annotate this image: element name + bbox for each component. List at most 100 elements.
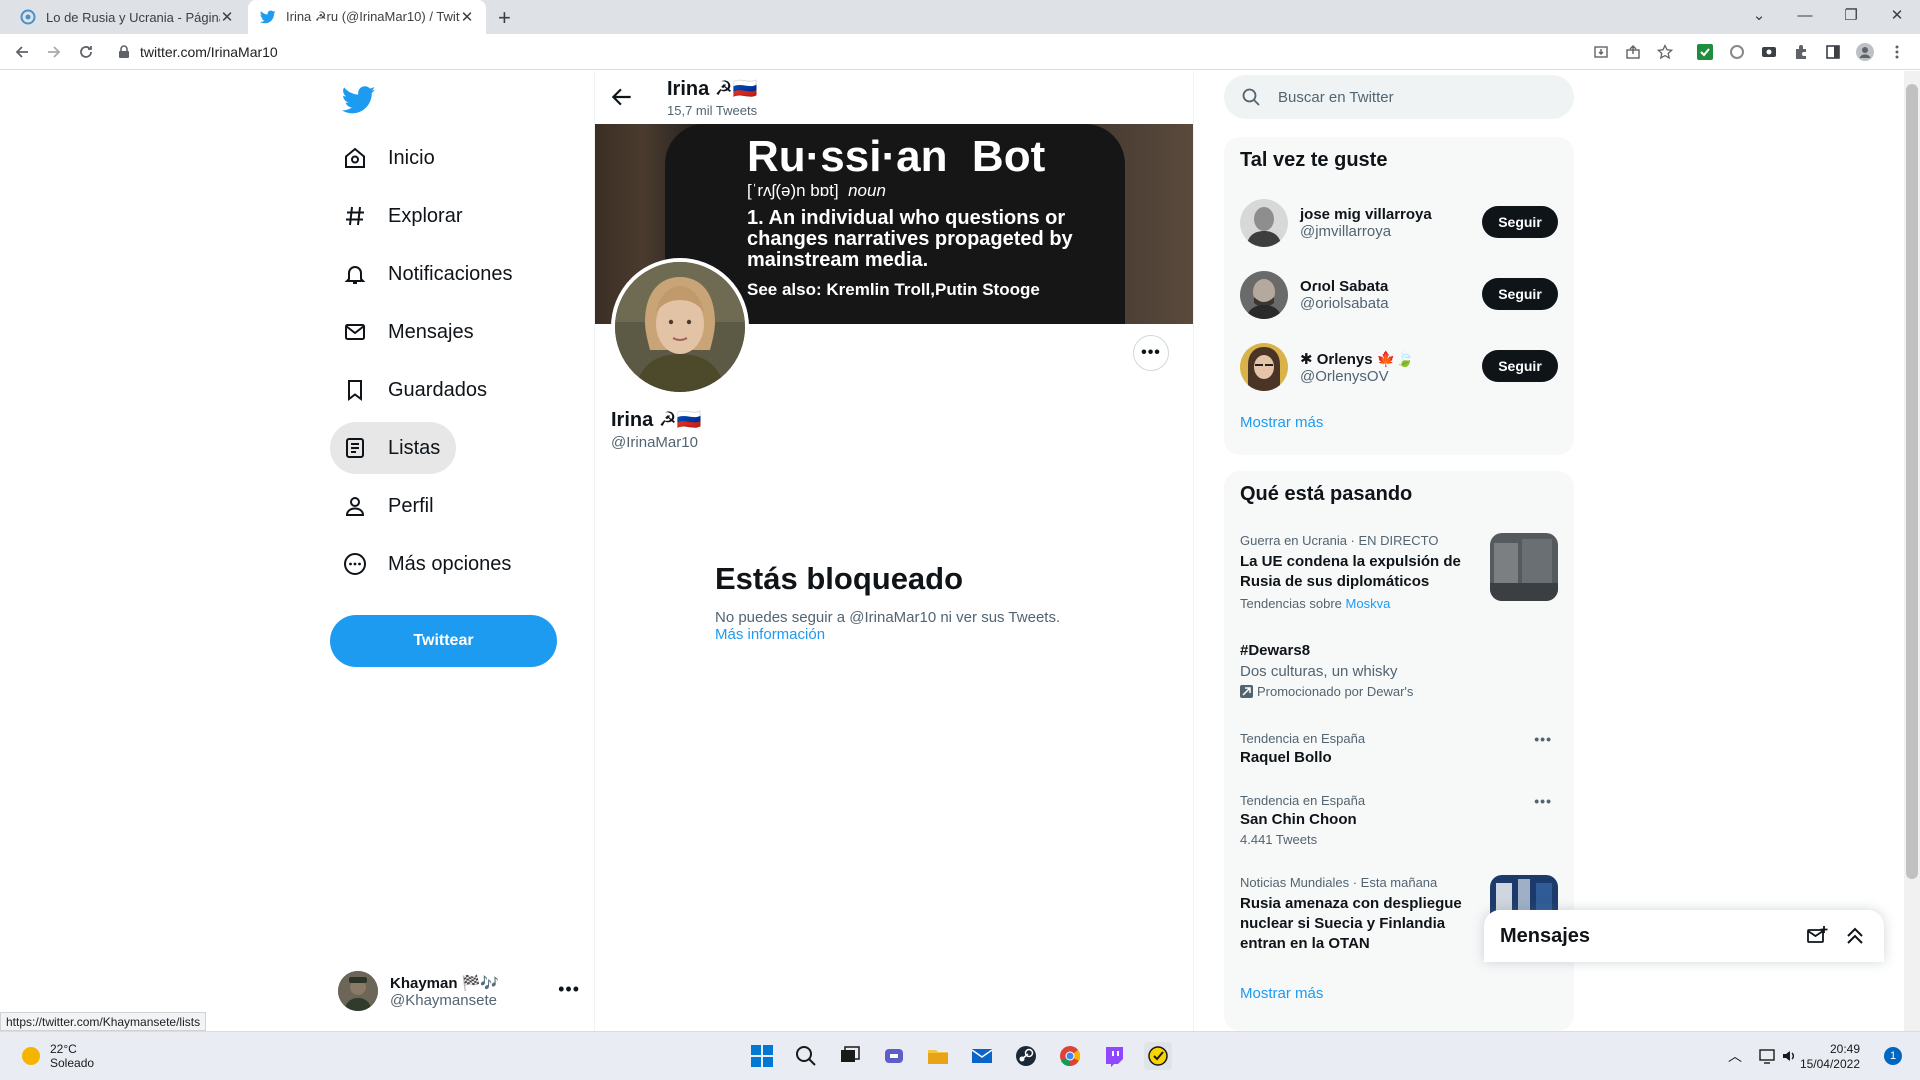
- back-icon[interactable]: [12, 43, 32, 61]
- bell-icon: [342, 261, 368, 287]
- nav-item-perfil[interactable]: Perfil: [330, 480, 450, 532]
- twitch-icon[interactable]: [1100, 1042, 1128, 1070]
- account-more-icon[interactable]: •••: [558, 979, 580, 1000]
- search-input[interactable]: Buscar en Twitter: [1224, 75, 1574, 119]
- trend-item[interactable]: Tendencia en España San Chin Choon 4.441…: [1240, 793, 1558, 847]
- follow-button[interactable]: Seguir: [1482, 278, 1558, 310]
- status-link-preview: https://twitter.com/Khaymansete/lists: [0, 1012, 207, 1031]
- follow-suggestion[interactable]: ✱ Orlenys 🍁🍃 @OrlenysOV Seguir: [1240, 341, 1558, 393]
- back-arrow-icon[interactable]: [609, 84, 635, 110]
- follow-suggestion[interactable]: Oɾıol Sabata @oriolsabata Seguir: [1240, 269, 1558, 321]
- minimize-icon[interactable]: —: [1782, 0, 1828, 30]
- profile-avatar[interactable]: [611, 258, 749, 396]
- nav-item-guardados[interactable]: Guardados: [330, 364, 503, 416]
- url-text: twitter.com/IrinaMar10: [140, 44, 278, 60]
- user-avatar: [1240, 199, 1288, 247]
- search-taskbar-icon[interactable]: [792, 1042, 820, 1070]
- windows-start-icon[interactable]: [748, 1042, 776, 1070]
- account-switcher[interactable]: Khayman 🏁🎶 @Khaymansete •••: [338, 961, 588, 1021]
- follow-button[interactable]: Seguir: [1482, 350, 1558, 382]
- trend-more-icon[interactable]: •••: [1534, 731, 1552, 747]
- more-info-link[interactable]: Más información: [715, 626, 1115, 643]
- mail-app-icon[interactable]: [968, 1042, 996, 1070]
- tab-twitter[interactable]: Irina ☭ru (@IrinaMar10) / Twitter ✕: [248, 0, 486, 34]
- url-bar[interactable]: twitter.com/IrinaMar10: [108, 38, 1588, 66]
- search-placeholder: Buscar en Twitter: [1278, 88, 1394, 106]
- nav-item-notificaciones[interactable]: Notificaciones: [330, 248, 529, 300]
- circle-extension-icon[interactable]: [1728, 43, 1746, 61]
- home-icon: [342, 145, 368, 171]
- left-navigation: Inicio Explorar Notificaciones Mensajes …: [330, 71, 594, 1031]
- more-circle-icon: [342, 551, 368, 577]
- task-view-icon[interactable]: [836, 1042, 864, 1070]
- trend-item[interactable]: #Dewars8 Dos culturas, un whisky Promoci…: [1240, 641, 1558, 699]
- chat-teams-icon[interactable]: [880, 1042, 908, 1070]
- nav-item-explorar[interactable]: Explorar: [330, 190, 478, 242]
- system-clock[interactable]: 20:49 15/04/2022: [1800, 1042, 1860, 1072]
- user-name: ✱ Orlenys 🍁🍃: [1300, 350, 1415, 368]
- share-icon[interactable]: [1624, 43, 1642, 61]
- trend-item[interactable]: Guerra en Ucrania · EN DIRECTO La UE con…: [1240, 533, 1558, 611]
- puzzle-icon[interactable]: [1792, 43, 1810, 61]
- show-more-link[interactable]: Mostrar más: [1240, 985, 1323, 1002]
- steam-icon[interactable]: [1012, 1042, 1040, 1070]
- close-window-icon[interactable]: ✕: [1874, 0, 1920, 30]
- header-profile-name: Irina ☭🇷🇺: [667, 78, 758, 100]
- install-icon[interactable]: [1592, 43, 1610, 61]
- tray-overflow-icon[interactable]: ︿: [1728, 1046, 1742, 1066]
- weather-temp: 22°C: [50, 1042, 77, 1056]
- profile-more-options-button[interactable]: •••: [1133, 335, 1169, 371]
- tab-title: Irina ☭ru (@IrinaMar10) / Twitter: [286, 9, 460, 24]
- nav-item-mensajes[interactable]: Mensajes: [330, 306, 490, 358]
- file-explorer-icon[interactable]: [924, 1042, 952, 1070]
- trend-title: La UE condena la expulsión de Rusia de s…: [1240, 553, 1461, 590]
- hashtag-icon: [342, 203, 368, 229]
- trends-title: Qué está pasando: [1240, 483, 1413, 505]
- twitter-page: Inicio Explorar Notificaciones Mensajes …: [0, 71, 1920, 1031]
- trend-title: San Chin Choon: [1240, 811, 1357, 828]
- media-extension-icon[interactable]: [1760, 43, 1778, 61]
- bookmark-star-icon[interactable]: [1656, 43, 1674, 61]
- norton-app-icon[interactable]: [1144, 1042, 1172, 1070]
- trend-item[interactable]: Tendencia en España Raquel Bollo •••: [1240, 731, 1558, 768]
- notification-badge[interactable]: 1: [1884, 1047, 1902, 1065]
- weather-widget[interactable]: 22°C Soleado: [22, 1042, 94, 1070]
- show-more-link[interactable]: Mostrar más: [1240, 414, 1323, 431]
- close-tab-icon[interactable]: ✕: [220, 8, 234, 26]
- trend-more-icon[interactable]: •••: [1534, 793, 1552, 809]
- list-icon: [342, 435, 368, 461]
- profile-column: Irina ☭🇷🇺 15,7 mil Tweets Ru·ssi·an Bot …: [594, 71, 1194, 1031]
- nav-item-listas[interactable]: Listas: [330, 422, 457, 474]
- menu-kebab-icon[interactable]: [1888, 43, 1906, 61]
- trend-subtitle: Dos culturas, un whisky: [1240, 663, 1398, 680]
- chrome-icon[interactable]: [1056, 1042, 1084, 1070]
- trend-count: 4.441 Tweets: [1240, 832, 1318, 847]
- scrollbar-thumb[interactable]: [1906, 84, 1918, 879]
- messages-drawer[interactable]: Mensajes: [1484, 910, 1884, 962]
- nav-item-mas-opciones[interactable]: Más opciones: [330, 538, 527, 590]
- side-panel-icon[interactable]: [1824, 43, 1842, 61]
- follow-suggestion[interactable]: jose mig villarroya @jmvillarroya Seguir: [1240, 197, 1558, 249]
- lock-icon: [119, 45, 129, 58]
- new-tab-icon[interactable]: +: [498, 5, 511, 31]
- tab-forum[interactable]: Lo de Rusia y Ucrania - Página 11 ✕: [8, 0, 246, 34]
- tab-search-icon[interactable]: ⌄: [1736, 0, 1782, 30]
- user-handle: @jmvillarroya: [1300, 223, 1392, 240]
- profile-icon[interactable]: [1856, 43, 1874, 61]
- reload-icon[interactable]: [76, 43, 96, 61]
- new-message-icon[interactable]: [1806, 925, 1828, 947]
- banner-definition: 1. An individual who questions or change…: [747, 207, 1073, 271]
- twitter-logo-icon[interactable]: [342, 83, 376, 117]
- forward-icon[interactable]: [44, 43, 64, 61]
- nav-item-inicio[interactable]: Inicio: [330, 132, 451, 184]
- nav-label: Mensajes: [388, 320, 474, 343]
- trend-title: Raquel Bollo: [1240, 749, 1332, 766]
- trend-title: Rusia amenaza con despliegue nuclear si …: [1240, 895, 1462, 952]
- restore-icon[interactable]: ❐: [1828, 0, 1874, 30]
- tweet-button[interactable]: Twittear: [330, 615, 557, 667]
- follow-button[interactable]: Seguir: [1482, 206, 1558, 238]
- twitter-favicon-icon: [260, 10, 276, 24]
- close-tab-icon[interactable]: ✕: [460, 8, 474, 26]
- expand-drawer-icon[interactable]: [1844, 925, 1866, 947]
- check-extension-icon[interactable]: [1696, 43, 1714, 61]
